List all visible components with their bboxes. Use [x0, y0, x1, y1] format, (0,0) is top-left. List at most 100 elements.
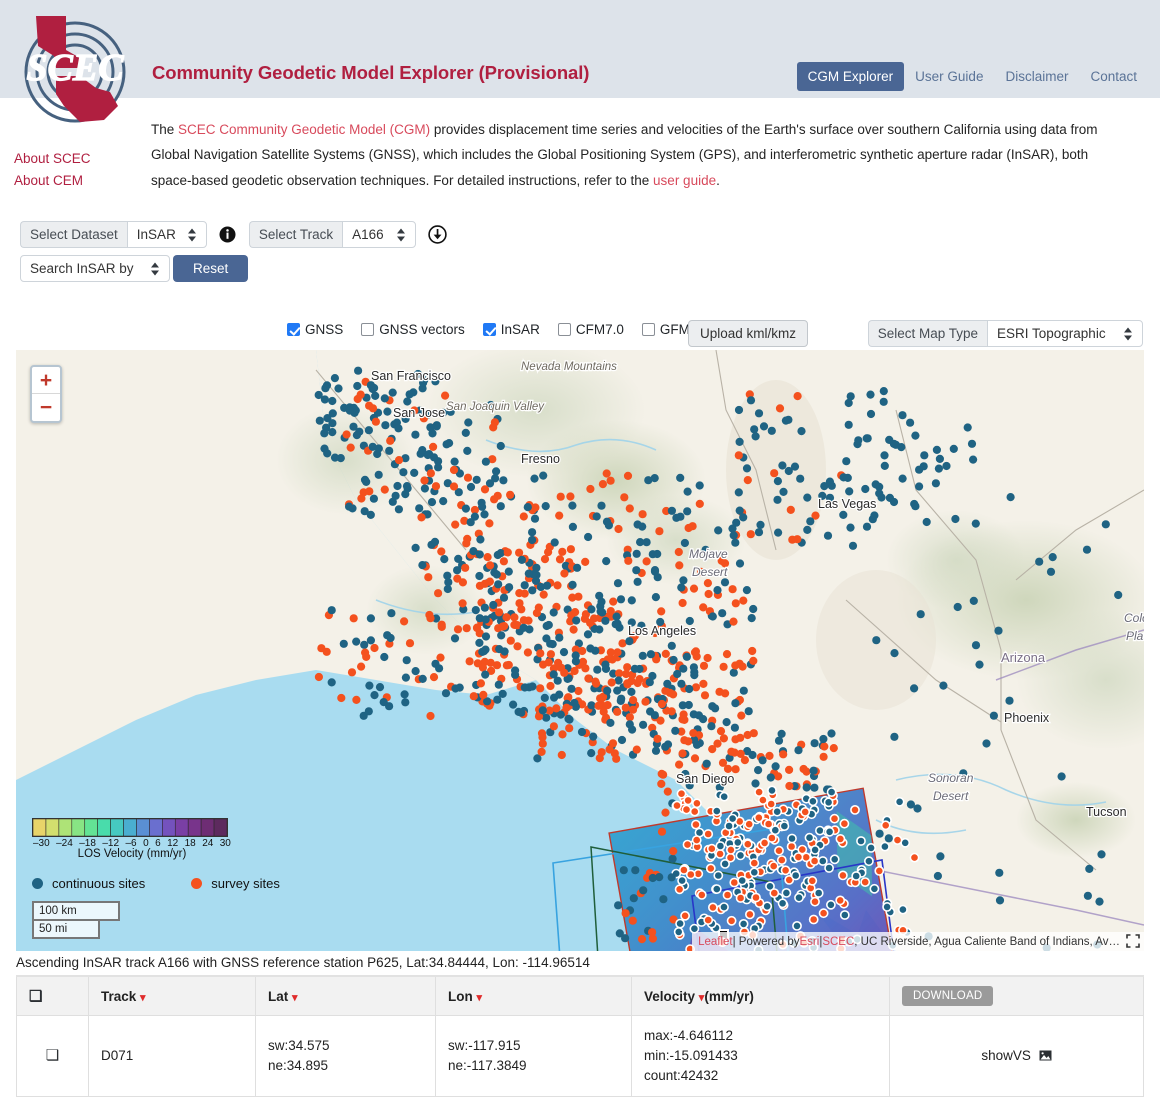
th-select[interactable]: ❏: [16, 975, 89, 1016]
survey-site-marker[interactable]: [810, 896, 820, 907]
continuous-site-marker[interactable]: [400, 690, 409, 699]
attrib-scec-link[interactable]: SCEC: [822, 936, 854, 948]
continuous-site-marker[interactable]: [651, 593, 661, 602]
continuous-site-marker[interactable]: [445, 439, 454, 448]
survey-site-marker[interactable]: [475, 581, 484, 590]
continuous-site-marker[interactable]: [817, 856, 828, 866]
survey-site-marker[interactable]: [669, 847, 678, 856]
survey-site-marker[interactable]: [661, 808, 670, 817]
search-insar-select[interactable]: Search InSAR by: [20, 255, 170, 282]
continuous-site-marker[interactable]: [719, 791, 730, 802]
continuous-site-marker[interactable]: [826, 787, 837, 797]
continuous-site-marker[interactable]: [810, 739, 819, 748]
continuous-site-marker[interactable]: [617, 735, 627, 745]
survey-site-marker[interactable]: [394, 456, 404, 465]
continuous-site-marker[interactable]: [749, 867, 760, 878]
continuous-site-marker[interactable]: [770, 825, 781, 836]
continuous-site-marker[interactable]: [971, 641, 981, 650]
survey-site-marker[interactable]: [605, 745, 614, 754]
survey-site-marker[interactable]: [513, 642, 522, 651]
continuous-site-marker[interactable]: [504, 567, 513, 576]
continuous-site-marker[interactable]: [735, 850, 746, 861]
continuous-site-marker[interactable]: [898, 904, 908, 915]
continuous-site-marker[interactable]: [632, 549, 641, 558]
continuous-site-marker[interactable]: [352, 431, 361, 440]
continuous-site-marker[interactable]: [430, 537, 440, 546]
survey-site-marker[interactable]: [549, 722, 559, 731]
continuous-site-marker[interactable]: [415, 504, 424, 513]
survey-site-marker[interactable]: [431, 482, 441, 491]
continuous-site-marker[interactable]: [969, 596, 978, 605]
sort-caret-icon[interactable]: ▾: [477, 992, 483, 1004]
continuous-site-marker[interactable]: [614, 901, 623, 910]
continuous-site-marker[interactable]: [646, 650, 656, 659]
continuous-site-marker[interactable]: [577, 727, 587, 737]
continuous-site-marker[interactable]: [601, 664, 611, 673]
survey-site-marker[interactable]: [598, 480, 608, 489]
survey-site-marker[interactable]: [453, 625, 463, 634]
continuous-site-marker[interactable]: [648, 550, 657, 559]
survey-site-marker[interactable]: [802, 767, 811, 776]
survey-site-marker[interactable]: [502, 613, 511, 622]
survey-site-marker[interactable]: [380, 485, 389, 494]
continuous-site-marker[interactable]: [667, 873, 676, 882]
continuous-site-marker[interactable]: [659, 895, 668, 904]
survey-site-marker[interactable]: [715, 687, 724, 696]
continuous-site-marker[interactable]: [523, 503, 532, 512]
continuous-site-marker[interactable]: [713, 870, 724, 881]
continuous-site-marker[interactable]: [567, 684, 576, 693]
continuous-site-marker[interactable]: [648, 873, 657, 883]
continuous-site-marker[interactable]: [739, 513, 748, 522]
survey-site-marker[interactable]: [356, 390, 365, 399]
continuous-site-marker[interactable]: [824, 826, 835, 837]
sort-caret-icon[interactable]: ▾: [140, 992, 146, 1004]
continuous-site-marker[interactable]: [846, 523, 855, 532]
continuous-site-marker[interactable]: [1097, 850, 1106, 859]
survey-site-marker[interactable]: [676, 788, 687, 799]
survey-site-marker[interactable]: [368, 404, 378, 413]
continuous-site-marker[interactable]: [1046, 567, 1056, 576]
survey-site-marker[interactable]: [681, 804, 692, 815]
survey-site-marker[interactable]: [738, 662, 747, 671]
survey-site-marker[interactable]: [674, 884, 685, 895]
continuous-site-marker[interactable]: [542, 581, 552, 590]
survey-site-marker[interactable]: [386, 436, 395, 445]
survey-site-marker[interactable]: [766, 799, 777, 809]
continuous-site-marker[interactable]: [491, 474, 500, 483]
survey-site-marker[interactable]: [691, 683, 701, 692]
continuous-site-marker[interactable]: [922, 517, 931, 527]
survey-site-marker[interactable]: [479, 690, 488, 699]
survey-site-marker[interactable]: [648, 928, 657, 937]
survey-site-marker[interactable]: [449, 465, 459, 475]
survey-site-marker[interactable]: [574, 592, 583, 601]
continuous-site-marker[interactable]: [606, 718, 615, 727]
survey-site-marker[interactable]: [749, 858, 760, 868]
continuous-site-marker[interactable]: [411, 667, 420, 676]
continuous-site-marker[interactable]: [825, 477, 835, 486]
zoom-controls[interactable]: + −: [30, 365, 62, 423]
survey-site-marker[interactable]: [696, 890, 707, 900]
continuous-site-marker[interactable]: [1095, 897, 1104, 906]
survey-site-marker[interactable]: [566, 545, 576, 554]
continuous-site-marker[interactable]: [632, 566, 641, 575]
survey-site-marker[interactable]: [749, 729, 758, 738]
survey-site-marker[interactable]: [739, 596, 748, 605]
continuous-site-marker[interactable]: [845, 487, 854, 496]
continuous-site-marker[interactable]: [708, 612, 717, 621]
continuous-site-marker[interactable]: [601, 616, 610, 625]
survey-site-marker[interactable]: [829, 813, 840, 824]
survey-site-marker[interactable]: [586, 618, 595, 627]
survey-site-marker[interactable]: [909, 852, 920, 863]
survey-site-marker[interactable]: [555, 511, 564, 520]
survey-site-marker[interactable]: [462, 624, 471, 633]
survey-site-marker[interactable]: [524, 616, 533, 625]
continuous-site-marker[interactable]: [402, 482, 412, 491]
track-selector[interactable]: Select Track A166: [248, 221, 417, 248]
continuous-site-marker[interactable]: [429, 453, 439, 462]
continuous-site-marker[interactable]: [615, 929, 624, 938]
continuous-site-marker[interactable]: [630, 664, 640, 673]
continuous-site-marker[interactable]: [663, 679, 672, 688]
continuous-site-marker[interactable]: [675, 918, 685, 929]
survey-site-marker[interactable]: [672, 800, 682, 811]
survey-site-marker[interactable]: [625, 713, 635, 722]
